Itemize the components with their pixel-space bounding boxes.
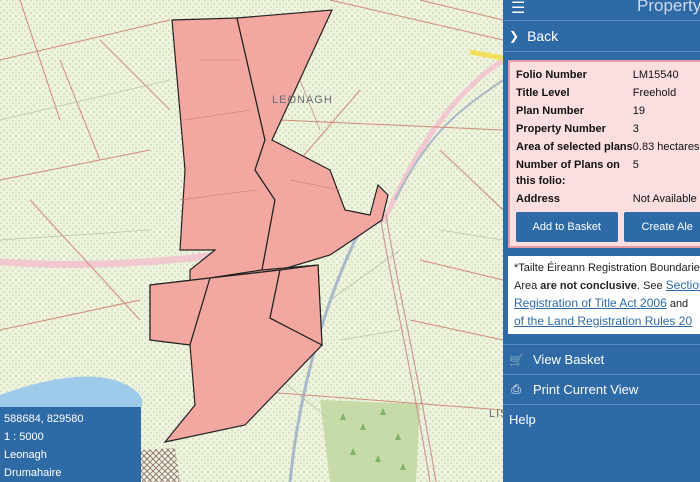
property-details: Folio Number LM15540 Title Level Freehold … [508,60,700,248]
coordinates-box: 588684, 829580 1 : 5000 Leonagh Drumahai… [0,407,141,482]
help-button[interactable]: Help [503,405,700,434]
note-text: and [666,298,689,310]
detail-key: Title Level [516,87,570,99]
back-label: Back [527,28,559,44]
detail-value: Not Available [632,193,697,205]
detail-value: 3 [632,123,639,135]
note-line-1: *Tailte Éireann Registration Boundarie [514,262,700,274]
detail-key: Plan Number [516,105,584,117]
view-basket-label: View Basket [533,352,605,367]
printer-icon: ⎙ [511,382,521,396]
chevron-right-icon: ❯ [509,29,520,43]
side-panel: ☰ Property ❯ Back Folio Number LM15540 Ti… [503,0,700,482]
edge-label: LIS [489,408,503,420]
area-text: Drumahaire [4,467,62,479]
cart-icon: 🛒 [509,352,524,367]
townland-label: LEONAGH [272,94,333,106]
detail-row: Property Number 3 [516,120,700,138]
detail-row: Title Level Freehold [516,84,700,102]
note-line-3: Registration of Title Act 2006 and [514,295,698,313]
detail-value: Freehold [632,87,677,99]
detail-value: LM15540 [632,69,679,81]
land-registration-rules-link[interactable]: of the Land Registration Rules 20 [514,314,692,328]
detail-row: Area of selected plans 0.83 hectares. [516,138,700,156]
detail-value: 0.83 hectares. [632,141,700,153]
detail-value: 5 [632,159,639,171]
print-view-button[interactable]: ⎙ Print Current View [503,375,700,405]
detail-row: Address Not Available [516,190,700,208]
detail-row: Plan Number 19 [516,102,700,120]
create-alert-button[interactable]: Create Ale [623,212,700,242]
note-line-4: of the Land Registration Rules 20 [514,313,698,331]
note-line-2: Area are not conclusive. See Section [514,277,700,295]
note-text: . See [636,280,666,292]
detail-key: Folio Number [516,69,587,81]
registration-act-link[interactable]: Registration of Title Act 2006 [514,296,667,310]
townland-text: Leonagh [4,449,47,461]
note-text: Area [514,280,541,292]
help-label: Help [509,412,536,427]
menu-icon[interactable]: ☰ [511,0,525,18]
detail-key: Area of selected plans [516,141,633,153]
detail-value: 19 [632,105,646,117]
panel-header: ☰ Property [503,0,700,20]
add-to-basket-button[interactable]: Add to Basket [516,212,618,242]
back-button[interactable]: ❯ Back [503,20,700,52]
registration-note: *Tailte Éireann Registration Boundarie A… [508,256,700,334]
detail-row: Folio Number LM15540 [516,66,700,84]
detail-key: Property Number [516,123,606,135]
panel-title: Property [637,0,700,15]
coordinates-text: 588684, 829580 [4,413,84,425]
note-bold: are not conclusive [540,280,637,292]
detail-row: Number of Plans on this folio: 5 [516,156,700,190]
scale-text: 1 : 5000 [4,431,44,443]
detail-key: Number of Plans on this folio: [516,159,620,187]
section-link[interactable]: Section [666,278,700,292]
detail-key: Address [516,193,561,205]
print-view-label: Print Current View [533,382,639,397]
view-basket-button[interactable]: 🛒 View Basket [503,344,700,375]
